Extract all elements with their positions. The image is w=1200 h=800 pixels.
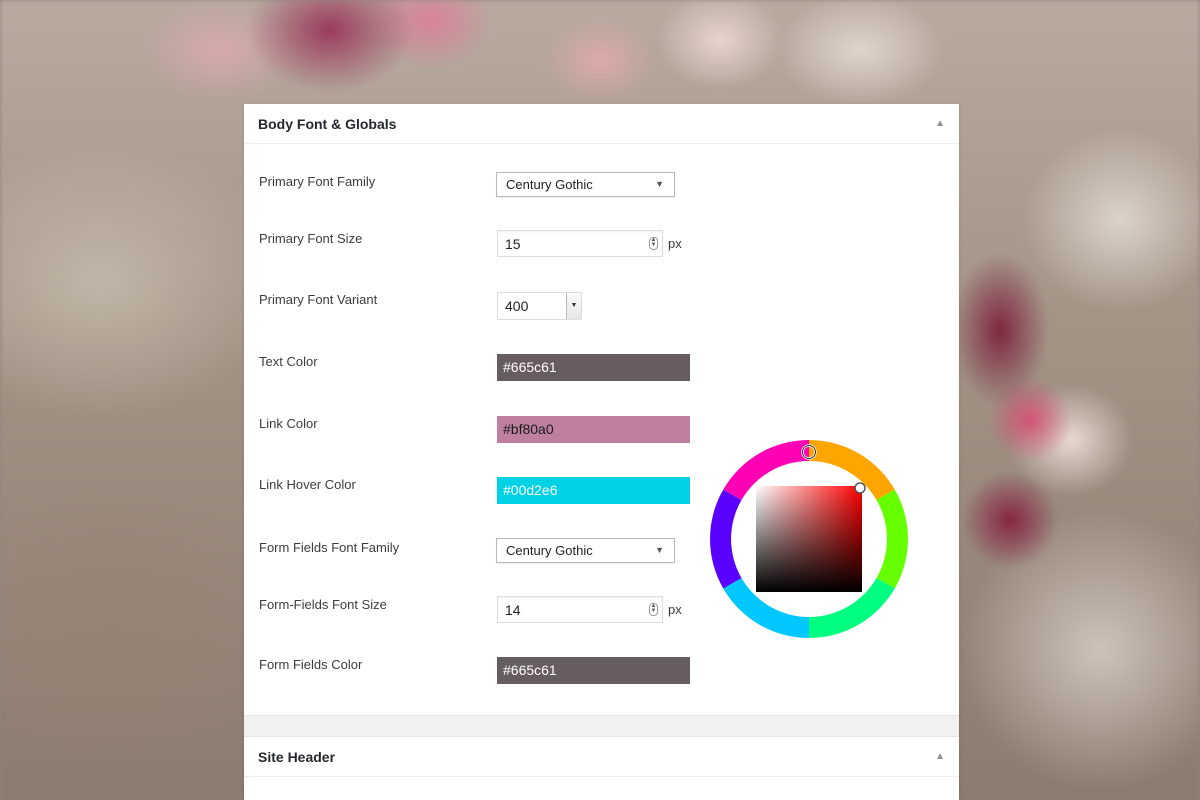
collapse-icon[interactable]: ▲: [935, 118, 945, 129]
label-form-fields-font-family: Form Fields Font Family: [259, 540, 400, 555]
label-link-color: Link Color: [259, 416, 318, 431]
link-color-swatch[interactable]: #bf80a0: [497, 416, 690, 443]
color-value: #665c61: [503, 359, 557, 375]
label-link-hover-color: Link Hover Color: [259, 477, 356, 492]
label-primary-font-size: Primary Font Size: [259, 231, 363, 246]
primary-font-family-select[interactable]: Century Gothic ▼: [496, 172, 675, 197]
label-form-fields-color: Form Fields Color: [259, 657, 363, 672]
stepper-icon[interactable]: ▲ ▼: [649, 603, 658, 616]
section-header-site-header[interactable]: Site Header ▲: [244, 737, 959, 777]
form-fields-font-size-input[interactable]: 14 ▲ ▼: [497, 596, 663, 623]
chevron-down-icon[interactable]: ▼: [566, 293, 581, 319]
select-value: Century Gothic: [506, 177, 593, 192]
section-separator: [244, 715, 959, 737]
chevron-down-icon: ▼: [655, 179, 664, 189]
label-form-fields-font-size: Form-Fields Font Size: [259, 597, 387, 612]
primary-font-size-input[interactable]: 15 ▲ ▼: [497, 230, 663, 257]
section-site-header: Site Header ▲: [244, 737, 959, 777]
chevron-down-icon: ▼: [655, 545, 664, 555]
form-fields-font-family-select[interactable]: Century Gothic ▼: [496, 538, 675, 563]
form-fields-color-swatch[interactable]: #665c61: [497, 657, 690, 684]
color-value: #00d2e6: [503, 482, 558, 498]
color-value: #bf80a0: [503, 421, 554, 437]
label-primary-font-variant: Primary Font Variant: [259, 292, 378, 307]
settings-panel: Body Font & Globals ▲ Primary Font Famil…: [244, 104, 959, 800]
unit-label: px: [668, 602, 682, 617]
label-primary-font-family: Primary Font Family: [259, 174, 376, 189]
section-title: Site Header: [258, 748, 336, 765]
select-value: Century Gothic: [506, 543, 593, 558]
saturation-handle[interactable]: [854, 482, 866, 494]
label-text-color: Text Color: [259, 354, 318, 369]
color-value: #665c61: [503, 662, 557, 678]
unit-label: px: [668, 236, 682, 251]
collapse-icon[interactable]: ▲: [935, 751, 945, 762]
input-value: 14: [505, 602, 521, 618]
link-hover-color-swatch[interactable]: #00d2e6: [497, 477, 690, 504]
select-value: 400: [505, 298, 529, 314]
stepper-icon[interactable]: ▲ ▼: [649, 237, 658, 250]
color-picker[interactable]: [710, 440, 908, 638]
input-value: 15: [505, 236, 521, 252]
primary-font-variant-select[interactable]: 400 ▼: [497, 292, 582, 320]
section-title: Body Font & Globals: [258, 115, 397, 132]
value-overlay: [756, 486, 862, 592]
text-color-swatch[interactable]: #665c61: [497, 354, 690, 381]
section-header-body-font[interactable]: Body Font & Globals ▲: [244, 104, 959, 144]
